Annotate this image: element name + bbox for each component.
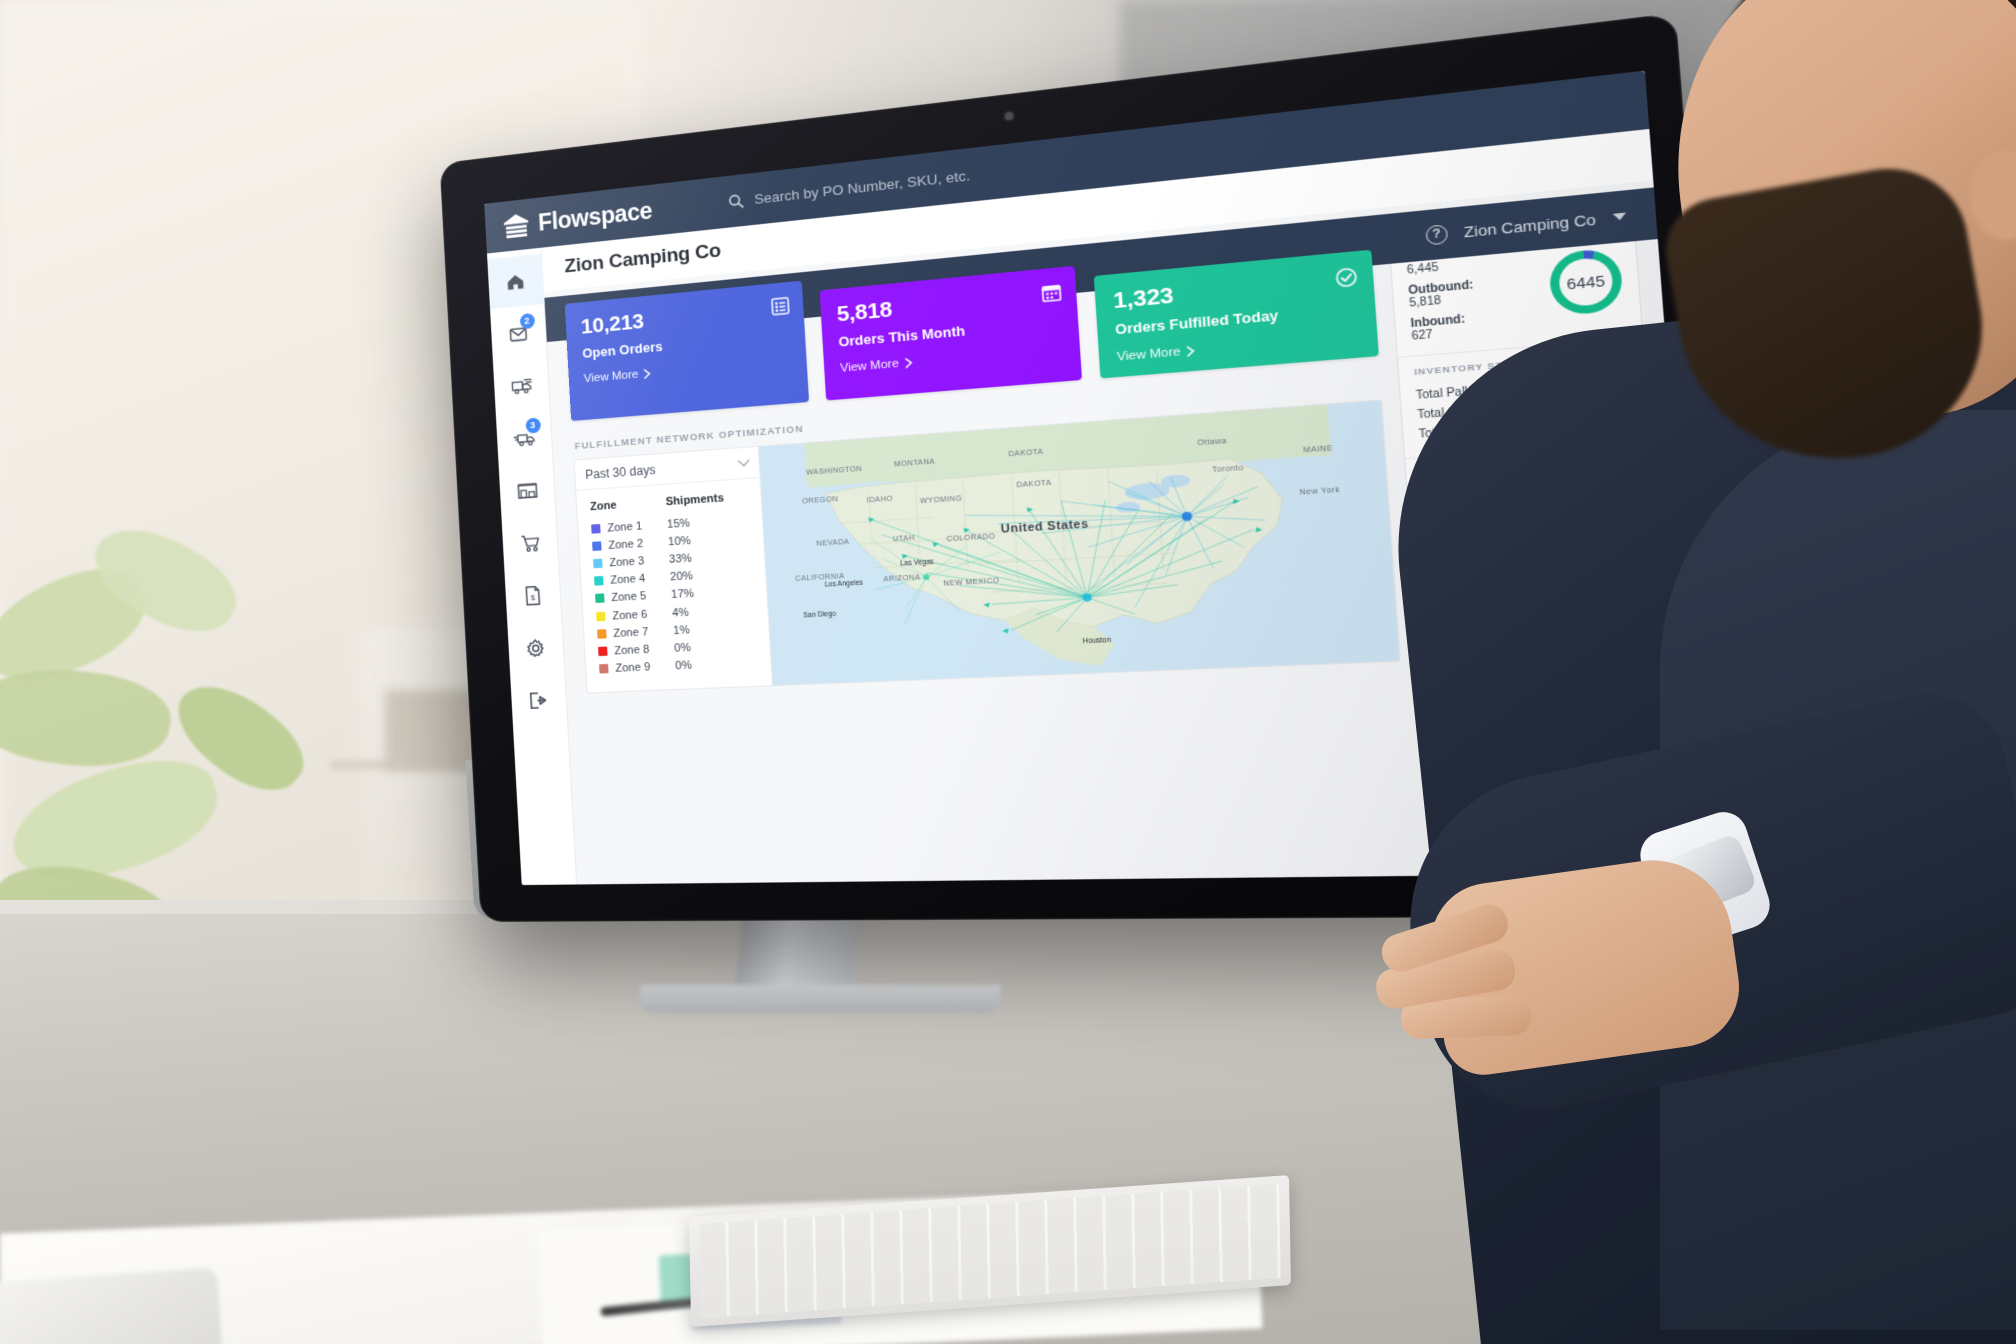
zone-color-swatch — [595, 593, 605, 604]
zone-color-swatch — [597, 628, 607, 639]
zone-label: Zone 6 — [612, 608, 648, 623]
search-icon — [728, 192, 745, 209]
chevron-right-icon — [904, 357, 913, 368]
sidebar-item-orders[interactable] — [501, 516, 559, 570]
truck-icon — [509, 374, 534, 397]
brand-name: Flowspace — [537, 196, 653, 236]
sidebar-item-outbound[interactable]: 3 — [495, 411, 553, 466]
map-region-label: UTAH — [892, 535, 916, 545]
sidebar-item-inbound[interactable] — [493, 358, 551, 413]
zone-color-swatch — [596, 611, 606, 621]
network-panel: Past 30 days Zone Shipments Zone 1 15% Z… — [573, 399, 1401, 694]
date-range-value: Past 30 days — [584, 462, 656, 482]
gear-icon — [525, 637, 547, 659]
person-at-desk — [1280, 0, 2016, 1344]
zone-color-swatch — [592, 541, 602, 551]
zone-table: Zone Shipments Zone 1 15% Zone 2 10% Zon… — [590, 490, 759, 678]
invoice-icon: $ — [523, 584, 543, 606]
page-title: Zion Camping Co — [563, 239, 722, 278]
zone-label: Zone 3 — [609, 555, 645, 570]
dashboard-left: 10,213 Open Orders View More 5,818 Order… — [564, 225, 1401, 694]
monitor-stand-foot — [639, 985, 1001, 1013]
svg-text:$: $ — [531, 593, 537, 603]
home-icon — [507, 273, 524, 290]
calendar-icon — [1042, 282, 1063, 302]
zone-color-swatch — [599, 664, 609, 674]
list-icon — [770, 297, 789, 316]
chevron-right-icon — [643, 368, 652, 379]
warehouse-logo-icon — [503, 212, 529, 238]
zone-label: Zone 2 — [608, 537, 644, 552]
kpi-view-more[interactable]: View More — [840, 343, 1064, 375]
kpi-view-more[interactable]: View More — [584, 355, 791, 385]
cart-icon — [519, 531, 542, 554]
kpi-card-orders-month[interactable]: 5,818 Orders This Month View More — [819, 265, 1083, 401]
zone-legend-column: Past 30 days Zone Shipments Zone 1 15% Z… — [574, 446, 773, 693]
zone-color-swatch — [594, 576, 604, 586]
chevron-down-icon — [737, 454, 750, 466]
zone-label: Zone 8 — [614, 643, 650, 658]
zone-label: Zone 1 — [607, 519, 643, 535]
zone-cell: Zone 9 — [599, 658, 670, 679]
sidebar-badge-messages: 2 — [519, 312, 535, 330]
sidebar-badge-outbound: 3 — [524, 417, 541, 434]
zone-color-swatch — [593, 558, 603, 569]
zone-label: Zone 7 — [613, 625, 649, 640]
kpi-link-label: View More — [839, 357, 900, 376]
sidebar-item-billing[interactable]: $ — [504, 568, 562, 622]
zone-label: Zone 4 — [610, 572, 646, 587]
sidebar-item-settings[interactable] — [507, 621, 565, 674]
zone-legend: Zone Shipments Zone 1 15% Zone 2 10% Zon… — [576, 478, 771, 685]
kpi-link-label: View More — [1116, 345, 1182, 364]
kpi-link-label: View More — [583, 368, 639, 386]
zone-color-swatch — [591, 523, 601, 534]
sidebar-item-warehouse[interactable] — [498, 463, 556, 517]
shipments-cell: 0% — [674, 659, 693, 673]
zone-color-swatch — [598, 646, 608, 657]
zone-label: Zone 5 — [611, 590, 647, 605]
warehouse-icon — [516, 479, 539, 501]
sidebar-item-home[interactable] — [486, 253, 545, 310]
sidebar-item-logout[interactable] — [510, 674, 568, 727]
zone-label: Zone 9 — [615, 661, 651, 676]
kpi-card-open-orders[interactable]: 10,213 Open Orders View More — [564, 280, 809, 422]
logout-icon — [527, 690, 550, 711]
map-city-label: Houston — [1082, 636, 1112, 646]
chevron-right-icon — [1186, 345, 1196, 357]
sidebar-item-messages[interactable]: 2 — [490, 306, 548, 361]
map-city-label: San Diego — [803, 610, 837, 620]
